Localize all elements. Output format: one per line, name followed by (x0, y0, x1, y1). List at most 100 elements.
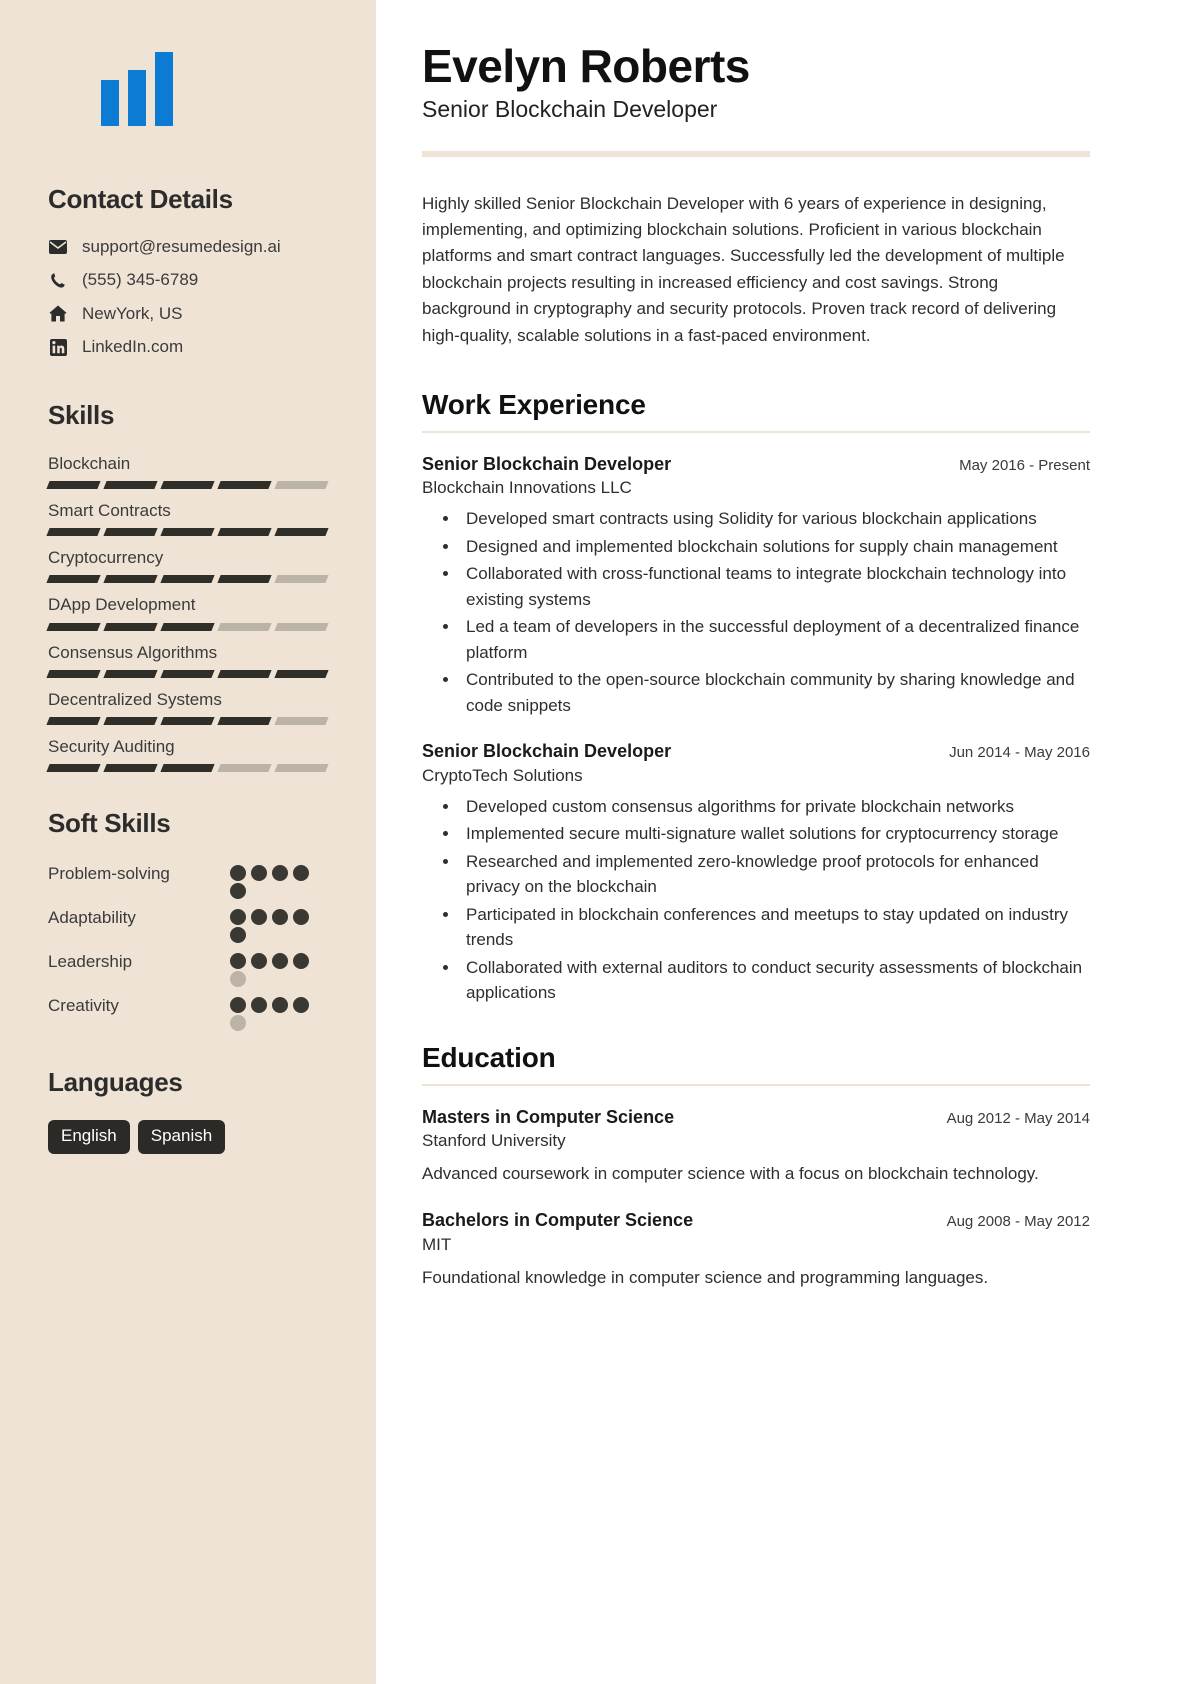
skill-item: Blockchain (46, 453, 336, 489)
skill-segment (274, 480, 329, 489)
linkedin-icon (48, 338, 68, 356)
education-entry-description: Foundational knowledge in computer scien… (422, 1267, 989, 1287)
contact-item-phone[interactable]: (555) 345-6789 (48, 270, 336, 290)
work-experience-heading: Work Experience (422, 388, 646, 420)
education-entry-header: Masters in Computer Science Aug 2012 - Ma… (422, 1106, 1090, 1129)
soft-skill-label: Creativity (48, 996, 119, 1016)
soft-skill-dot (272, 865, 288, 882)
skill-level-bar (46, 480, 329, 489)
skill-segment (103, 575, 158, 584)
contact-item-email[interactable]: support@resumedesign.ai (48, 237, 336, 257)
language-badge[interactable]: Spanish (137, 1120, 226, 1154)
skill-segment (217, 622, 272, 631)
soft-skill-label: Adaptability (48, 908, 136, 928)
resume-page: Contact Details support@resumedesign.ai … (0, 0, 1200, 1684)
work-entry-header: Senior Blockchain Developer Jun 2014 - Ma… (422, 740, 1090, 763)
education-entry-school: Stanford University (422, 1130, 566, 1150)
skill-segment (103, 717, 158, 726)
soft-skills-heading: Soft Skills (48, 808, 171, 839)
skill-segment (103, 480, 158, 489)
work-entry-organization: Blockchain Innovations LLC (422, 478, 632, 498)
soft-skill-dot (230, 927, 246, 944)
skill-segment (160, 717, 215, 726)
contact-item-location[interactable]: NewYork, US (48, 304, 336, 324)
soft-skill-dot (230, 883, 246, 900)
skill-segment (46, 575, 101, 584)
work-bullet-item: Researched and implemented zero-knowledg… (460, 849, 1090, 900)
skill-segment (274, 764, 329, 773)
soft-skill-dots (230, 909, 316, 945)
home-icon (48, 305, 68, 323)
skill-label: Smart Contracts (48, 500, 171, 520)
main-content: Evelyn Roberts Senior Blockchain Develop… (376, 0, 1200, 1684)
soft-skill-dot (293, 909, 309, 926)
skill-item: Decentralized Systems (46, 689, 336, 726)
work-bullet-item: Designed and implemented blockchain solu… (460, 534, 1090, 560)
skill-segment (46, 480, 101, 489)
skill-segment (103, 622, 158, 631)
work-bullet-item: Collaborated with cross-functional teams… (460, 561, 1090, 612)
soft-skill-dot (251, 909, 267, 926)
work-entry-role: Senior Blockchain Developer (422, 453, 672, 474)
skill-segment (160, 528, 215, 537)
work-entry: Senior Blockchain Developer Jun 2014 - Ma… (422, 740, 1090, 1005)
languages-list: English Spanish (48, 1120, 336, 1154)
contact-item-linkedin[interactable]: LinkedIn.com (48, 337, 336, 357)
soft-skill-dot (230, 909, 246, 926)
skill-level-bar (46, 764, 329, 773)
language-badge[interactable]: English (48, 1120, 130, 1154)
phone-icon (48, 272, 68, 290)
soft-skill-dot (230, 865, 246, 882)
work-entry-role: Senior Blockchain Developer (422, 741, 672, 762)
skill-segment (217, 528, 272, 537)
skill-segment (160, 575, 215, 584)
education-divider (422, 1083, 1090, 1086)
professional-summary: Highly skilled Senior Blockchain Develop… (422, 193, 1065, 345)
skill-segment (274, 528, 329, 537)
work-entry-header: Senior Blockchain Developer May 2016 - Pr… (422, 453, 1090, 476)
work-entry-date: Jun 2014 - May 2016 (949, 744, 1090, 762)
skill-segment (274, 669, 329, 678)
skill-segment (217, 480, 272, 489)
skill-level-bar (46, 669, 329, 678)
candidate-name: Evelyn Roberts (422, 40, 750, 92)
contact-details-heading: Contact Details (48, 184, 233, 214)
soft-skill-dot (293, 997, 309, 1014)
skill-label: Decentralized Systems (48, 689, 222, 709)
skill-segment (217, 669, 272, 678)
education-entry-degree: Bachelors in Computer Science (422, 1210, 694, 1231)
skill-segment (274, 575, 329, 584)
skill-segment (274, 622, 329, 631)
skills-heading: Skills (48, 399, 115, 430)
work-experience-section: Work Experience Senior Blockchain Develo… (422, 389, 1090, 1006)
education-entry: Bachelors in Computer Science Aug 2008 - … (422, 1209, 1090, 1291)
skill-segment (103, 764, 158, 773)
soft-skill-dots (230, 997, 316, 1033)
soft-skill-dot (230, 997, 246, 1014)
soft-skill-dot (230, 971, 246, 988)
work-entry-date: May 2016 - Present (959, 456, 1090, 474)
skill-label: Cryptocurrency (48, 548, 164, 568)
education-entry: Masters in Computer Science Aug 2012 - Ma… (422, 1106, 1090, 1188)
contact-list: support@resumedesign.ai (555) 345-6789 N… (48, 237, 336, 358)
skill-segment (160, 622, 215, 631)
soft-skill-row: Creativity (48, 993, 336, 1033)
work-entry: Senior Blockchain Developer May 2016 - Pr… (422, 453, 1090, 718)
skill-level-bar (46, 575, 329, 584)
work-entry-bullets: Developed smart contracts using Solidity… (422, 506, 1090, 718)
education-entry-date: Aug 2008 - May 2012 (946, 1213, 1090, 1231)
contact-email-text: support@resumedesign.ai (82, 237, 281, 256)
education-entry-date: Aug 2012 - May 2014 (946, 1109, 1090, 1127)
skills-list: Blockchain Smart Contracts Cryptocurrency D… (46, 453, 336, 773)
soft-skill-dot (272, 997, 288, 1014)
work-entry-organization: CryptoTech Solutions (422, 765, 583, 785)
skill-segment (274, 717, 329, 726)
soft-skill-row: Problem-solving (48, 861, 336, 901)
work-entries: Senior Blockchain Developer May 2016 - Pr… (422, 453, 1090, 1006)
candidate-job-title: Senior Blockchain Developer (422, 95, 718, 122)
skill-item: DApp Development (46, 594, 336, 631)
work-bullet-item: Contributed to the open-source blockchai… (460, 667, 1090, 718)
skill-segment (217, 764, 272, 773)
skill-item: Security Auditing (46, 736, 336, 773)
soft-skill-dot (230, 953, 246, 970)
